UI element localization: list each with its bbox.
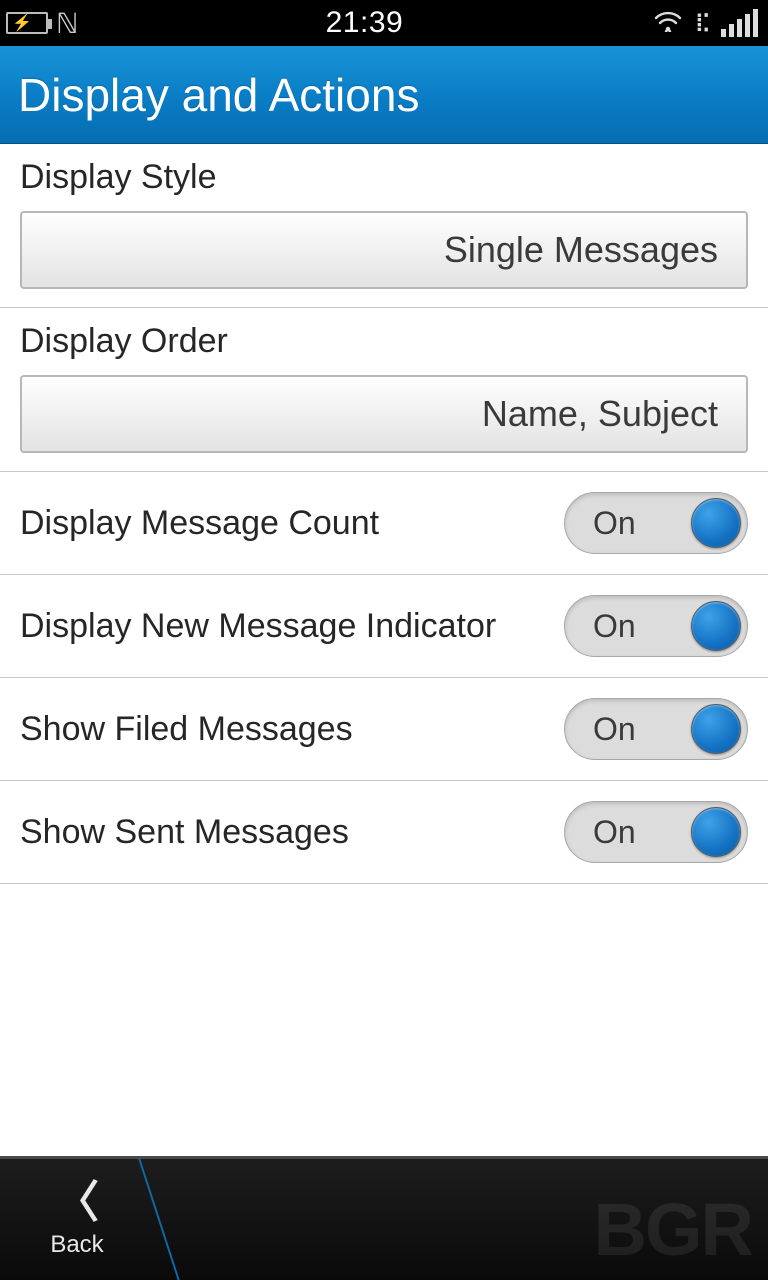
setting-show-filed: Show Filed Messages On — [0, 678, 768, 781]
show-sent-label: Show Sent Messages — [20, 811, 564, 854]
display-style-value: Single Messages — [444, 229, 718, 271]
nfc-icon: ℕ — [56, 7, 75, 40]
chevron-left-icon: 〈 — [55, 1181, 99, 1225]
toggle-knob — [691, 807, 741, 857]
back-button[interactable]: 〈 Back — [0, 1159, 154, 1280]
carrier-icon: ⁞⁚ — [695, 9, 709, 38]
show-filed-label: Show Filed Messages — [20, 708, 564, 751]
toggle-knob — [691, 601, 741, 651]
action-bar: 〈 Back BGR — [0, 1156, 768, 1280]
show-sent-toggle[interactable]: On — [564, 801, 748, 863]
setting-show-sent: Show Sent Messages On — [0, 781, 768, 884]
settings-list: Display Style Single Messages Display Or… — [0, 144, 768, 1156]
show-filed-toggle[interactable]: On — [564, 698, 748, 760]
display-order-dropdown[interactable]: Name, Subject — [20, 375, 748, 453]
new-indicator-label: Display New Message Indicator — [20, 605, 564, 648]
display-style-dropdown[interactable]: Single Messages — [20, 211, 748, 289]
message-count-toggle[interactable]: On — [564, 492, 748, 554]
message-count-label: Display Message Count — [20, 502, 564, 545]
status-right: ⁞⁚ — [653, 8, 758, 39]
page-title: Display and Actions — [18, 68, 419, 122]
toggle-state-text: On — [593, 814, 691, 851]
battery-charging-icon: ⚡ — [12, 15, 32, 33]
display-order-value: Name, Subject — [482, 393, 718, 435]
new-indicator-toggle[interactable]: On — [564, 595, 748, 657]
watermark: BGR — [594, 1187, 752, 1272]
display-order-label: Display Order — [20, 322, 748, 361]
setting-display-order: Display Order Name, Subject — [0, 308, 768, 472]
toggle-state-text: On — [593, 608, 691, 645]
battery-icon: ⚡ — [6, 12, 48, 34]
toggle-state-text: On — [593, 711, 691, 748]
signal-icon — [721, 9, 758, 37]
setting-new-message-indicator: Display New Message Indicator On — [0, 575, 768, 678]
page-title-bar: Display and Actions — [0, 46, 768, 144]
clock: 21:39 — [75, 6, 653, 40]
status-bar: ⚡ ℕ 21:39 ⁞⁚ — [0, 0, 768, 46]
toggle-knob — [691, 498, 741, 548]
display-style-label: Display Style — [20, 158, 748, 197]
setting-display-style: Display Style Single Messages — [0, 144, 768, 308]
back-button-label: Back — [50, 1231, 103, 1259]
wifi-icon — [653, 8, 683, 39]
status-left: ⚡ ℕ — [6, 7, 75, 40]
toggle-knob — [691, 704, 741, 754]
setting-message-count: Display Message Count On — [0, 472, 768, 575]
toggle-state-text: On — [593, 505, 691, 542]
